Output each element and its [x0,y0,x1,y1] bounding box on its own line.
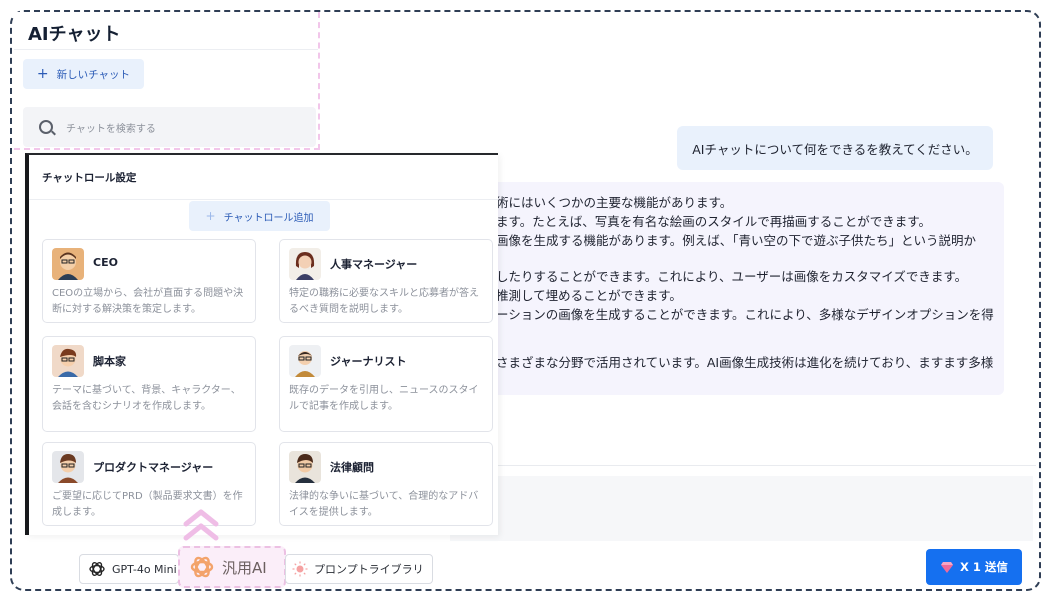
general-ai-label: 汎用AI [222,558,267,577]
ceo-avatar-icon [52,248,84,280]
user-message-bubble: AIチャットについて何をできるを教えてください。 [677,126,993,170]
role-name: 脚本家 [93,355,126,368]
general-ai-button[interactable]: 汎用AI [178,546,286,588]
screenwriter-avatar-icon [52,345,84,377]
ai-response-line: 推測して埋めることができます。 [496,288,682,303]
journalist-avatar-icon [289,345,321,377]
role-card-product-manager[interactable]: プロダクトマネージャー ご要望に応じてPRD（製品要求文書）を作成します。 [42,442,256,526]
model-label: GPT-4o Mini [112,562,177,576]
role-name: ジャーナリスト [330,355,407,368]
message-input[interactable] [450,476,1033,541]
app-title: AIチャット [28,24,121,45]
ai-response-line: 術にはいくつかの主要な機能があります。 [496,195,733,210]
legal-advisor-avatar-icon [289,451,321,483]
role-card-journalist[interactable]: ジャーナリスト 既存のデータを引用し、ニュースのスタイルで記事を作成します。 [279,336,493,432]
role-name: プロダクトマネージャー [93,461,214,474]
plus-icon: + [36,66,49,82]
send-label: X 1 送信 [960,560,1008,574]
general-ai-icon [188,553,216,581]
chevron-up-icon [183,509,219,541]
new-chat-label: 新しいチャット [56,68,131,81]
sidebar-divider [14,49,318,50]
chat-role-panel: チャットロール設定 + チャットロール追加 CEO CEOの立場から、会社が直面… [25,153,498,535]
ai-response-line: ます。たとえば、写真を有名な絵画のスタイルで再描画することができます。 [496,214,932,229]
add-role-button[interactable]: + チャットロール追加 [189,201,330,231]
role-desc: テーマに基づいて、背景、キャラクター、会話を含むシナリオを作成します。 [52,385,241,412]
user-message-text: AIチャットについて何をできるを教えてください。 [692,141,978,157]
prompt-library-button[interactable]: プロンプトライブラリ [285,554,433,584]
new-chat-button[interactable]: + 新しいチャット [23,59,144,89]
prompt-library-label: プロンプトライブラリ [314,563,424,576]
role-card-ceo[interactable]: CEO CEOの立場から、会社が直面する問題や決断に対する解決策を策定します。 [42,239,256,323]
search-icon [39,120,53,134]
ai-response-line: ーションの画像を生成することができます。これにより、多様なデザインオプションを得 [496,307,994,322]
plus-icon: + [205,209,216,223]
model-select-button[interactable]: GPT-4o Mini [79,554,179,584]
sun-icon [292,561,308,577]
role-name: CEO [93,256,118,269]
role-name: 法律顧問 [330,461,374,474]
role-desc: CEOの立場から、会社が直面する問題や決断に対する解決策を策定します。 [52,288,244,315]
add-role-label: チャットロール追加 [223,212,314,224]
role-card-screenwriter[interactable]: 脚本家 テーマに基づいて、背景、キャラクター、会話を含むシナリオを作成します。 [42,336,256,432]
hr-manager-avatar-icon [289,248,321,280]
ai-response-line: さまざまな分野で活用されています。AI画像生成技術は進化を続けており、ますます多… [496,355,994,370]
send-button[interactable]: X 1 送信 [926,549,1022,585]
chat-search-input[interactable]: チャットを検索する [23,107,316,147]
role-card-legal-advisor[interactable]: 法律顧問 法律的な争いに基づいて、合理的なアドバイスを提供します。 [279,442,493,526]
ai-response-bubble: 術にはいくつかの主要な機能があります。 ます。たとえば、写真を有名な絵画のスタイ… [450,182,1004,395]
product-manager-avatar-icon [52,451,84,483]
role-card-hr-manager[interactable]: 人事マネージャー 特定の職務に必要なスキルと応募者が答えるべき質問を説明します。 [279,239,493,323]
search-placeholder: チャットを検索する [66,123,156,135]
role-desc: 特定の職務に必要なスキルと応募者が答えるべき質問を説明します。 [289,288,479,315]
role-desc: 法律的な争いに基づいて、合理的なアドバイスを提供します。 [289,491,479,518]
role-desc: 既存のデータを引用し、ニュースのスタイルで記事を作成します。 [289,385,479,412]
input-divider [450,465,1036,466]
role-panel-title: チャットロール設定 [42,172,137,184]
sidebar: AIチャット + 新しいチャット チャットを検索する [14,12,320,150]
ai-response-line: したりすることができます。これにより、ユーザーは画像をカスタマイズできます。 [496,269,968,284]
openai-icon [88,560,106,578]
role-panel-divider [29,199,498,200]
role-name: 人事マネージャー [330,258,418,271]
gem-icon [940,560,954,574]
ai-response-line: 画像を生成する機能があります。例えば、「青い空の下で遊ぶ子供たち」という説明か [496,233,977,248]
